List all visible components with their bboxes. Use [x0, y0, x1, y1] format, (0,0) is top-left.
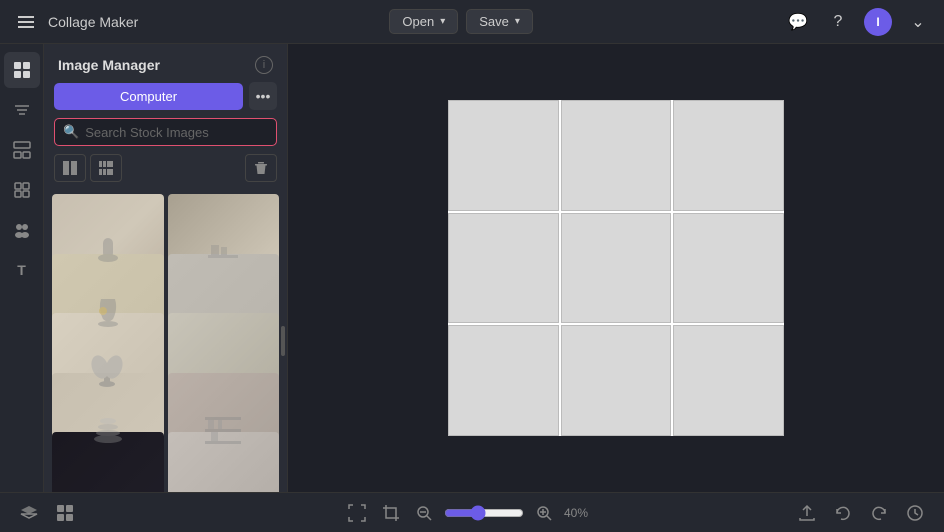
collage-cell[interactable]: [448, 100, 559, 211]
panel-header: Image Manager i: [44, 44, 287, 82]
thumb-plant-icon: [90, 349, 125, 389]
elements-icon: [13, 181, 31, 199]
crop-icon: [382, 504, 400, 522]
menu-button[interactable]: [12, 8, 40, 36]
collage-cell[interactable]: [561, 100, 672, 211]
collage-cell[interactable]: [561, 325, 672, 436]
zoom-in-icon: [536, 505, 552, 521]
open-arrow-icon: ▾: [440, 16, 445, 27]
zoom-out-icon: [416, 505, 432, 521]
left-toolbar: T: [0, 44, 44, 492]
hamburger-icon: [18, 16, 34, 28]
zoom-value: 40%: [564, 506, 600, 520]
topbar-center: Open ▾ Save ▾: [389, 9, 533, 34]
share-button[interactable]: [794, 502, 820, 524]
filter-tool[interactable]: [4, 92, 40, 128]
fit-screen-icon: [348, 504, 366, 522]
history-icon: [906, 504, 924, 522]
save-button[interactable]: Save ▾: [466, 9, 533, 34]
elements-tool[interactable]: [4, 172, 40, 208]
thumb-shelf-icon: [203, 235, 243, 265]
search-input[interactable]: [85, 125, 268, 140]
chat-button[interactable]: 💬: [784, 8, 812, 36]
layout-tool[interactable]: [4, 132, 40, 168]
fit-screen-button[interactable]: [344, 502, 370, 524]
zoom-out-button[interactable]: [412, 503, 436, 523]
crop-button[interactable]: [378, 502, 404, 524]
save-arrow-icon: ▾: [515, 16, 520, 27]
bottom-right: [794, 502, 928, 524]
zoom-slider[interactable]: [444, 505, 524, 521]
info-icon[interactable]: i: [255, 56, 273, 74]
app-title: Collage Maker: [48, 14, 138, 30]
grid4-icon: [99, 161, 113, 175]
open-label: Open: [402, 14, 434, 29]
topbar-left: Collage Maker: [12, 8, 138, 36]
collage-cell[interactable]: [673, 213, 784, 324]
side-panel: Image Manager i Computer ••• 🔍: [44, 44, 288, 492]
thumb-shelf2-icon: [203, 409, 243, 449]
zoom-in-button[interactable]: [532, 503, 556, 523]
panel-title: Image Manager: [58, 57, 160, 73]
layout-icon: [13, 141, 31, 159]
view-4col-button[interactable]: [90, 154, 122, 182]
search-box: 🔍: [54, 118, 277, 146]
search-icon: 🔍: [63, 124, 79, 140]
save-label: Save: [479, 14, 509, 29]
more-icon: •••: [256, 88, 271, 104]
computer-button[interactable]: Computer: [54, 83, 243, 110]
grid2-icon: [63, 161, 77, 175]
redo-button[interactable]: [866, 502, 892, 524]
people-tool[interactable]: [4, 212, 40, 248]
bottom-left: [16, 502, 78, 524]
bottom-center: 40%: [344, 502, 600, 524]
layers-icon: [20, 504, 38, 522]
canvas-area[interactable]: [288, 44, 944, 492]
view-2col-button[interactable]: [54, 154, 86, 182]
main-area: T Image Manager i Computer ••• 🔍: [0, 44, 944, 492]
layers-button[interactable]: [16, 502, 42, 524]
avatar[interactable]: I: [864, 8, 892, 36]
thumb-vase-icon: [93, 289, 123, 329]
grid-layout-icon: [56, 504, 74, 522]
delete-button[interactable]: [245, 154, 277, 182]
view-controls: [44, 154, 287, 190]
text-icon: T: [17, 262, 26, 278]
scroll-indicator: [281, 326, 285, 356]
image-grid: [44, 190, 287, 492]
panel-controls: Computer •••: [44, 82, 287, 118]
topbar-right: 💬 ? I ⌄: [784, 8, 932, 36]
grid-layout-button[interactable]: [52, 502, 78, 524]
bottom-bar: 40%: [0, 492, 944, 532]
collage-cell[interactable]: [448, 213, 559, 324]
thumb-stack-icon: [88, 414, 128, 444]
delete-icon: [254, 161, 268, 175]
help-button[interactable]: ?: [824, 8, 852, 36]
thumb-ceramic-icon: [88, 230, 128, 270]
collage-grid: [448, 100, 784, 436]
undo-icon: [834, 504, 852, 522]
images-tool[interactable]: [4, 52, 40, 88]
history-button[interactable]: [902, 502, 928, 524]
topbar: Collage Maker Open ▾ Save ▾ 💬 ? I ⌄: [0, 0, 944, 44]
text-tool[interactable]: T: [4, 252, 40, 288]
collage-cell[interactable]: [673, 100, 784, 211]
images-icon: [13, 61, 31, 79]
people-icon: [13, 221, 31, 239]
collage-cell[interactable]: [448, 325, 559, 436]
redo-icon: [870, 504, 888, 522]
expand-button[interactable]: ⌄: [904, 8, 932, 36]
open-button[interactable]: Open ▾: [389, 9, 458, 34]
collage-cell[interactable]: [561, 213, 672, 324]
filter-icon: [13, 101, 31, 119]
undo-button[interactable]: [830, 502, 856, 524]
share-icon: [798, 504, 816, 522]
more-button[interactable]: •••: [249, 82, 277, 110]
collage-cell[interactable]: [673, 325, 784, 436]
